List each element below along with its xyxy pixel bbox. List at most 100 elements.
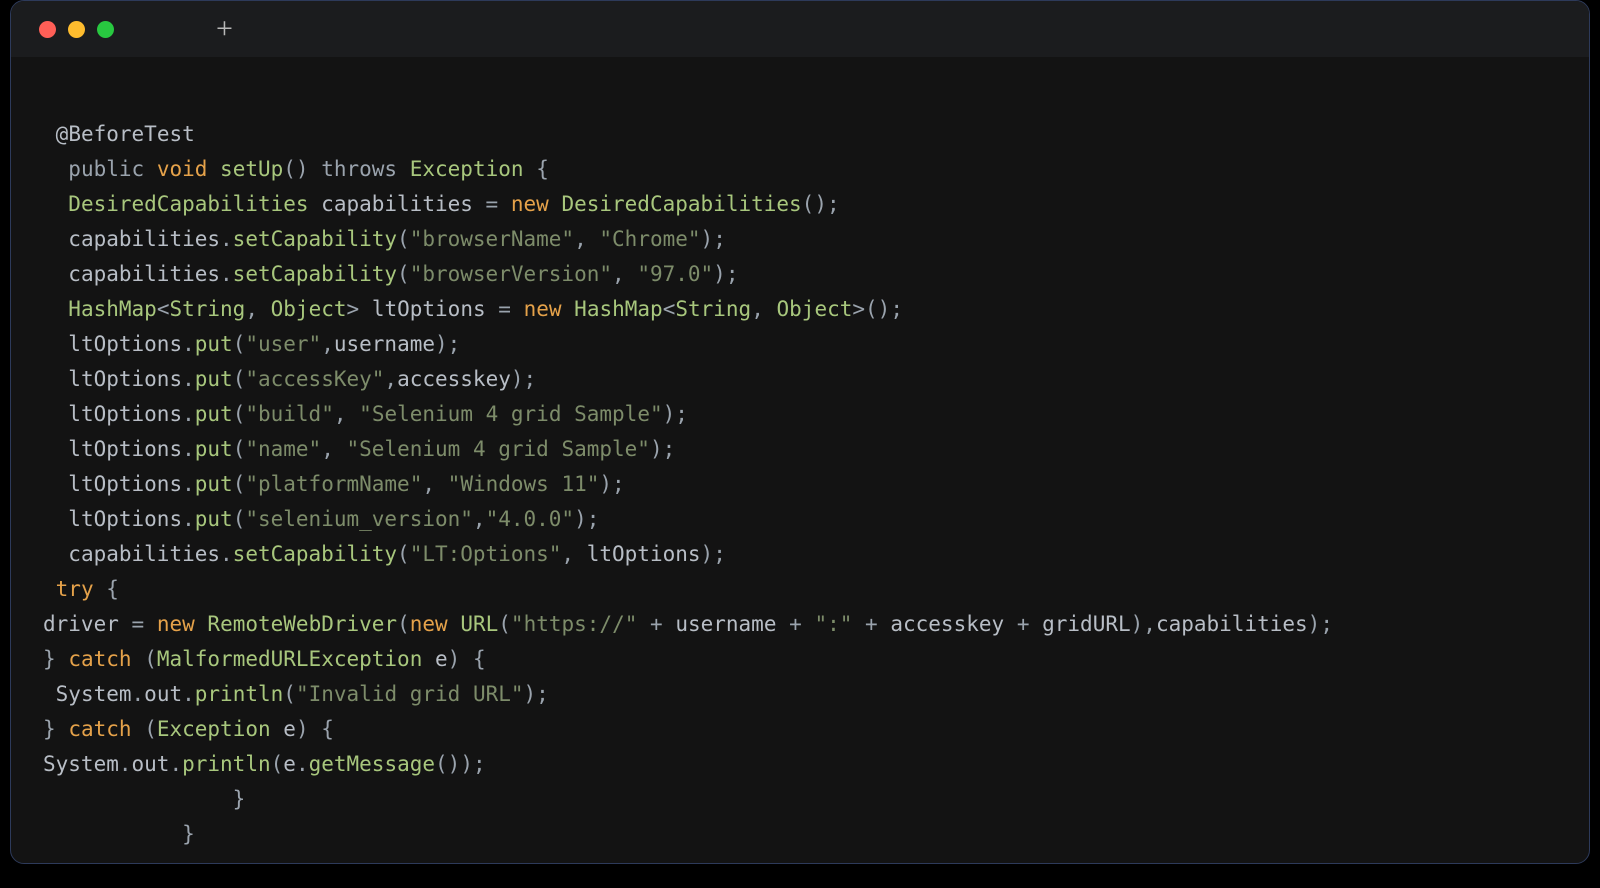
semi: ; <box>675 402 688 426</box>
identifier: ltOptions <box>68 367 182 391</box>
code-line: ltOptions.put("selenium_version","4.0.0"… <box>43 507 599 531</box>
gt: > <box>852 297 865 321</box>
type: MalformedURLException <box>157 647 423 671</box>
code-line: driver = new RemoteWebDriver(new URL("ht… <box>43 612 1333 636</box>
string-literal: "platformName" <box>245 472 422 496</box>
identifier: accesskey <box>890 612 1004 636</box>
code-line: public void setUp() throws Exception { <box>43 157 549 181</box>
identifier: ltOptions <box>587 542 701 566</box>
paren-close: ) <box>599 472 612 496</box>
identifier: username <box>334 332 435 356</box>
brace-close: } <box>43 717 56 741</box>
semi: ; <box>524 367 537 391</box>
op-eq: = <box>498 297 511 321</box>
semi: ; <box>448 332 461 356</box>
string-literal: "selenium_version" <box>245 507 473 531</box>
keyword-new: new <box>410 612 448 636</box>
new-tab-button[interactable]: + <box>216 14 233 44</box>
code-line: ltOptions.put("platformName", "Windows 1… <box>43 472 625 496</box>
string-literal: "4.0.0" <box>486 507 575 531</box>
identifier: capabilities <box>68 227 220 251</box>
op-plus: + <box>865 612 878 636</box>
semi: ; <box>713 542 726 566</box>
op-eq: = <box>132 612 145 636</box>
string-literal: "Selenium 4 grid Sample" <box>359 402 662 426</box>
paren-close: ) <box>713 262 726 286</box>
type-exception: Exception <box>410 157 524 181</box>
keyword-catch: catch <box>68 647 131 671</box>
semi: ; <box>663 437 676 461</box>
paren-open: ( <box>144 647 157 671</box>
method-call: setCapability <box>233 542 397 566</box>
paren-open: ( <box>283 682 296 706</box>
semi: ; <box>612 472 625 496</box>
semi: ; <box>890 297 903 321</box>
annotation-name: BeforeTest <box>68 122 194 146</box>
comma: , <box>561 542 574 566</box>
brace-open: { <box>473 647 486 671</box>
op-plus: + <box>789 612 802 636</box>
string-literal: "Windows 11" <box>448 472 600 496</box>
dot: . <box>182 437 195 461</box>
semi: ; <box>473 752 486 776</box>
dot: . <box>182 682 195 706</box>
identifier: driver <box>43 612 119 636</box>
string-literal: "Chrome" <box>599 227 700 251</box>
constructor: DesiredCapabilities <box>561 192 801 216</box>
maximize-icon[interactable] <box>97 21 114 38</box>
keyword-throws: throws <box>321 157 397 181</box>
close-icon[interactable] <box>39 21 56 38</box>
paren-close: ) <box>574 507 587 531</box>
code-line: System.out.println(e.getMessage()); <box>43 752 486 776</box>
op-eq: = <box>486 192 499 216</box>
annotation-symbol: @ <box>56 122 69 146</box>
keyword-new: new <box>524 297 562 321</box>
parens: () <box>802 192 827 216</box>
method-call: put <box>195 507 233 531</box>
method-call: put <box>195 402 233 426</box>
paren-open: ( <box>144 717 157 741</box>
method-call: println <box>182 752 271 776</box>
code-line: } <box>43 787 245 811</box>
brace-close: } <box>233 787 246 811</box>
generic-v: Object <box>271 297 347 321</box>
lt: < <box>663 297 676 321</box>
paren-close: ) <box>511 367 524 391</box>
identifier: capabilities <box>68 262 220 286</box>
dot: . <box>182 507 195 531</box>
identifier: e <box>283 717 296 741</box>
semi: ; <box>827 192 840 216</box>
paren-open: ( <box>233 402 246 426</box>
paren-close: ) <box>296 717 309 741</box>
identifier: System <box>56 682 132 706</box>
dot: . <box>220 262 233 286</box>
paren-close: ) <box>524 682 537 706</box>
brace-open: { <box>321 717 334 741</box>
paren-open: ( <box>397 262 410 286</box>
code-line: } catch (MalformedURLException e) { <box>43 647 486 671</box>
code-line: capabilities.setCapability("browserVersi… <box>43 262 738 286</box>
minimize-icon[interactable] <box>68 21 85 38</box>
code-line: } <box>43 822 195 846</box>
type: Exception <box>157 717 271 741</box>
code-line: try { <box>43 577 119 601</box>
identifier: ltOptions <box>68 402 182 426</box>
paren-open: ( <box>233 472 246 496</box>
method-call: println <box>195 682 284 706</box>
lt: < <box>157 297 170 321</box>
identifier: username <box>675 612 776 636</box>
comma: , <box>334 402 347 426</box>
paren-open: ( <box>397 612 410 636</box>
string-literal: "97.0" <box>637 262 713 286</box>
identifier: out <box>144 682 182 706</box>
dot: . <box>132 682 145 706</box>
op-plus: + <box>650 612 663 636</box>
paren-close: ) <box>435 332 448 356</box>
code-editor[interactable]: @BeforeTest public void setUp() throws E… <box>11 57 1589 864</box>
code-line: ltOptions.put("name", "Selenium 4 grid S… <box>43 437 675 461</box>
generic-k: String <box>169 297 245 321</box>
brace-open: { <box>536 157 549 181</box>
identifier: ltOptions <box>68 332 182 356</box>
code-line: @BeforeTest <box>43 122 195 146</box>
identifier: e <box>435 647 448 671</box>
